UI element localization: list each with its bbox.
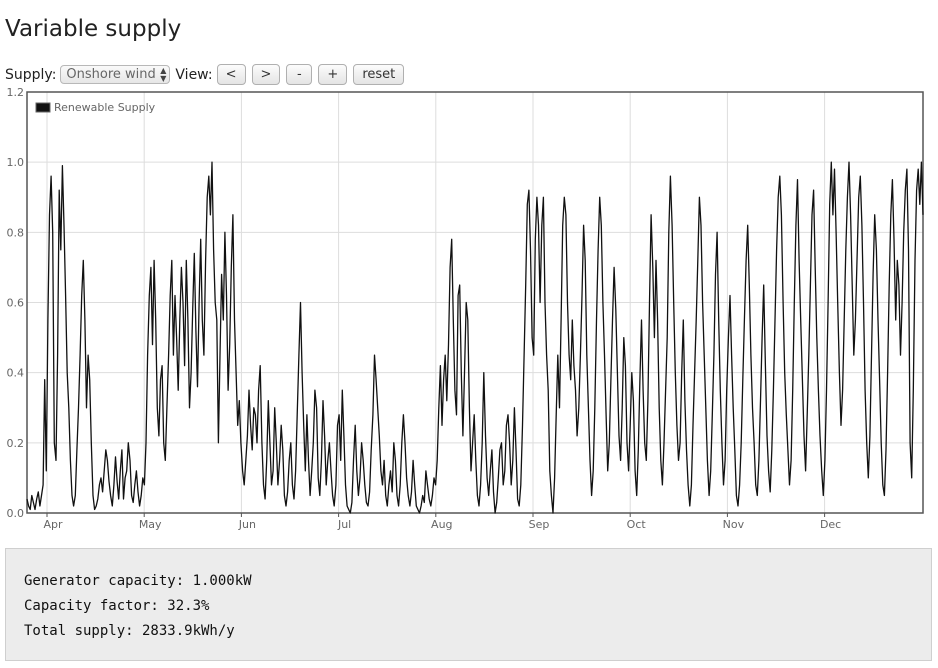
zoom-in-button[interactable]: + (318, 64, 348, 85)
total-supply: Total supply: 2833.9kWh/y (24, 623, 235, 639)
supply-select[interactable]: Onshore wind ▲ ▼ (60, 65, 171, 84)
view-label: View: (175, 66, 213, 83)
supply-chart[interactable]: 0.0 0.2 0.4 0.6 0.8 1.0 1.2 Apr May Jun Jul Aug Sep… (0, 86, 938, 536)
y-tick-label: 1.2 (7, 86, 25, 99)
view-forward-button[interactable]: > (251, 64, 281, 85)
reset-button[interactable]: reset (353, 64, 405, 85)
y-tick-label: 0.4 (7, 367, 25, 380)
controls-bar: Supply: Onshore wind ▲ ▼ View: < > - + re… (5, 63, 410, 86)
x-tick-label: Jul (337, 518, 351, 531)
capacity-factor: Capacity factor: 32.3% (24, 598, 210, 614)
supply-label: Supply: (5, 66, 57, 83)
x-tick-label: Nov (723, 518, 745, 531)
x-tick-label: Oct (627, 518, 647, 531)
legend-swatch (35, 102, 51, 113)
legend-label: Renewable Supply (54, 101, 156, 114)
y-tick-label: 1.0 (7, 156, 25, 169)
x-tick-label: Apr (43, 518, 63, 531)
x-tick-label: Dec (820, 518, 841, 531)
y-tick-label: 0.6 (7, 297, 25, 310)
legend: Renewable Supply (35, 101, 156, 114)
series-line-renewable-supply (26, 161, 924, 514)
view-back-button[interactable]: < (216, 64, 246, 85)
generator-capacity: Generator capacity: 1.000kW (24, 573, 252, 589)
x-tick-label: Sep (529, 518, 550, 531)
y-tick-label: 0.0 (7, 507, 25, 520)
x-tick-label: May (139, 518, 162, 531)
zoom-out-button[interactable]: - (286, 64, 313, 85)
select-arrows-icon: ▲ ▼ (160, 66, 167, 83)
stats-panel: Generator capacity: 1.000kW Capacity fac… (5, 548, 932, 661)
y-tick-label: 0.2 (7, 437, 25, 450)
page-title: Variable supply (5, 16, 182, 42)
y-tick-label: 0.8 (7, 226, 25, 239)
x-tick-label: Jun (238, 518, 256, 531)
x-tick-label: Aug (431, 518, 452, 531)
supply-select-value: Onshore wind (66, 67, 156, 82)
